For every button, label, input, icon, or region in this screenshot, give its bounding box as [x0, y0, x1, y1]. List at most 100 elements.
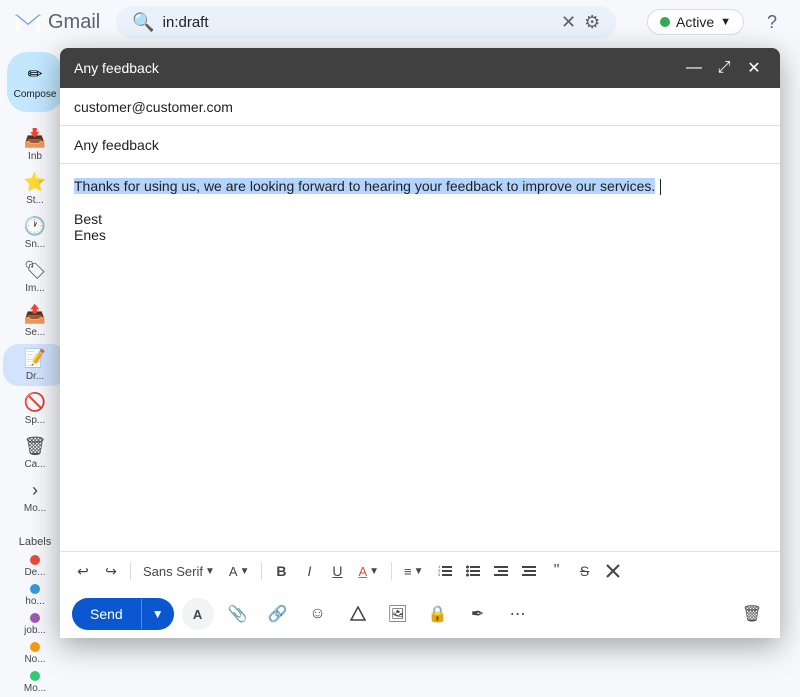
sidebar-item-inbox[interactable]: 📥 Inb	[3, 124, 67, 166]
align-dropdown[interactable]: ≡ ▼	[398, 560, 430, 583]
clear-search-button[interactable]: ✕	[561, 12, 576, 33]
formatting-toggle-button[interactable]: A	[182, 598, 214, 630]
font-size-dropdown[interactable]: A ▼	[223, 560, 256, 583]
modal-title: Any feedback	[74, 60, 159, 76]
body-line1: Best	[74, 211, 102, 227]
insert-drive-button[interactable]	[342, 598, 374, 630]
lock-button[interactable]: 🔒	[422, 598, 454, 630]
label-item-mo[interactable]: Mo...	[3, 668, 67, 697]
top-right-controls: Active ▼ ?	[647, 6, 788, 38]
remove-format-button[interactable]	[600, 558, 626, 584]
font-family-label: Sans Serif	[143, 564, 203, 579]
delete-draft-button[interactable]: 🗑	[736, 598, 768, 630]
send-dropdown-chevron-icon: ▼	[152, 607, 164, 621]
filter-icon-button[interactable]: ⚙	[584, 12, 600, 33]
label-item-de[interactable]: De...	[3, 552, 67, 581]
subject-row: Any feedback	[60, 126, 780, 164]
font-size-icon: A	[229, 564, 238, 579]
sidebar-item-spam[interactable]: 🚫 Sp...	[3, 388, 67, 430]
sidebar-item-more[interactable]: › Mo...	[3, 476, 67, 518]
link-icon: 🔗	[268, 604, 288, 624]
email-body[interactable]: Thanks for using us, we are looking forw…	[60, 164, 780, 551]
toolbar-separator-1	[130, 562, 131, 580]
help-button[interactable]: ?	[756, 6, 788, 38]
ordered-list-button[interactable]: 1 2 3	[432, 558, 458, 584]
active-status-badge[interactable]: Active ▼	[647, 9, 744, 35]
send-button-group: Send ▼	[72, 598, 174, 630]
search-icon-button[interactable]: 🔍	[132, 12, 154, 33]
insert-link-button[interactable]: 🔗	[262, 598, 294, 630]
text-color-icon: A	[358, 564, 367, 579]
insert-photo-button[interactable]: 🖼	[382, 598, 414, 630]
bold-button[interactable]: B	[268, 558, 294, 584]
signature-button[interactable]: ✒	[462, 598, 494, 630]
indent-more-button[interactable]	[516, 558, 542, 584]
text-color-dropdown[interactable]: A ▼	[352, 560, 385, 583]
search-input[interactable]	[163, 14, 553, 31]
label-item-ho[interactable]: ho...	[3, 581, 67, 610]
remove-format-icon	[606, 564, 620, 578]
close-icon: ✕	[747, 58, 760, 78]
attach-file-button[interactable]: 📎	[222, 598, 254, 630]
quote-button[interactable]: "	[544, 558, 570, 584]
drafts-icon: 📝	[24, 348, 46, 369]
more-icon: ›	[32, 480, 38, 501]
snoozed-icon: 🕐	[24, 216, 46, 237]
compose-modal: Any feedback — ⤢ ✕ customer@customer.com…	[60, 48, 780, 638]
compose-button[interactable]: ✏ Compose	[7, 52, 63, 112]
recipient-row: customer@customer.com	[60, 88, 780, 126]
indent-less-button[interactable]	[488, 558, 514, 584]
emoji-icon: ☺	[309, 605, 325, 623]
toolbar-separator-2	[261, 562, 262, 580]
body-signature: Best Enes	[74, 211, 766, 243]
expand-button[interactable]: ⤢	[712, 56, 736, 80]
insert-emoji-button[interactable]: ☺	[302, 598, 334, 630]
underline-button[interactable]: U	[324, 558, 350, 584]
indent-more-icon	[522, 564, 536, 578]
top-bar: Gmail 🔍 ✕ ⚙ Active ▼ ?	[0, 0, 800, 44]
label-item-job[interactable]: job...	[3, 610, 67, 639]
align-chevron-icon: ▼	[414, 566, 424, 577]
redo-button[interactable]: ↪	[98, 558, 124, 584]
send-button[interactable]: Send	[72, 598, 141, 630]
sidebar-item-starred[interactable]: ⭐ St...	[3, 168, 67, 210]
minimize-button[interactable]: —	[682, 56, 706, 80]
active-dot-icon	[660, 17, 670, 27]
spam-icon: 🚫	[24, 392, 46, 413]
unordered-list-button[interactable]	[460, 558, 486, 584]
sidebar-item-sent[interactable]: 📤 Se...	[3, 300, 67, 342]
labels-title: Labels	[19, 536, 51, 548]
sidebar-item-snoozed[interactable]: 🕐 Sn...	[3, 212, 67, 254]
action-bar-right: 🗑	[736, 598, 768, 630]
sidebar-item-important[interactable]: 🏷 Im...	[3, 256, 67, 298]
formatting-icon: A	[193, 607, 202, 622]
sidebar-item-drafts[interactable]: 📝 Dr...	[3, 344, 67, 386]
modal-controls: — ⤢ ✕	[682, 56, 766, 80]
expand-icon: ⤢	[718, 59, 731, 77]
strikethrough-button[interactable]: S	[572, 558, 598, 584]
font-family-dropdown[interactable]: Sans Serif ▼	[137, 560, 221, 583]
active-label: Active	[676, 14, 714, 30]
send-options-dropdown[interactable]: ▼	[141, 599, 174, 629]
indent-less-icon	[494, 564, 508, 578]
italic-button[interactable]: I	[296, 558, 322, 584]
more-options-button[interactable]: ⋯	[502, 598, 534, 630]
label-color-dot	[30, 555, 40, 565]
drive-icon	[350, 606, 366, 622]
compose-icon: ✏	[27, 64, 42, 85]
font-size-chevron-icon: ▼	[240, 566, 250, 577]
trash-icon: 🗑	[24, 436, 47, 457]
active-chevron-icon: ▼	[720, 16, 731, 28]
sidebar-item-trash[interactable]: 🗑 Ca...	[3, 432, 67, 474]
label-color-dot	[30, 642, 40, 652]
format-toolbar: ↩ ↪ Sans Serif ▼ A ▼ B I U A ▼ ≡ ▼	[60, 551, 780, 590]
recipient-email[interactable]: customer@customer.com	[74, 99, 233, 115]
undo-button[interactable]: ↩	[70, 558, 96, 584]
compose-label: Compose	[14, 89, 57, 100]
body-highlighted-text: Thanks for using us, we are looking forw…	[74, 178, 655, 194]
sent-icon: 📤	[24, 304, 46, 325]
label-item-no[interactable]: No...	[3, 639, 67, 668]
label-color-dot	[30, 671, 40, 681]
close-modal-button[interactable]: ✕	[742, 56, 766, 80]
subject-field[interactable]: Any feedback	[74, 137, 159, 153]
